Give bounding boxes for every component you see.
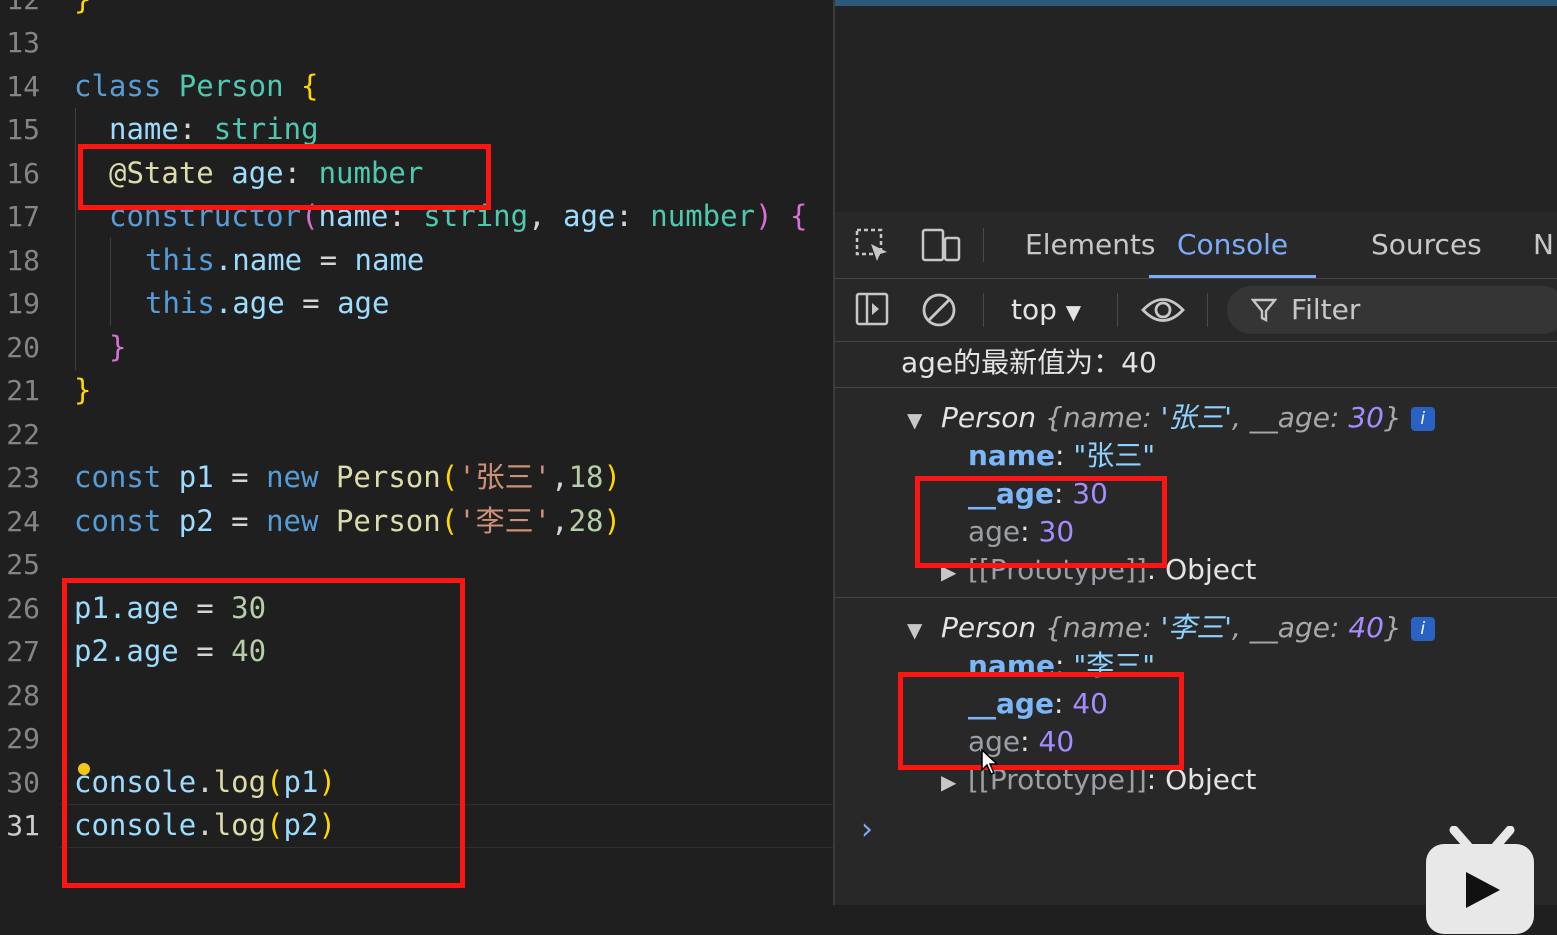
line-number: 25 <box>6 548 40 581</box>
highlight-box-assignments <box>62 578 465 888</box>
highlight-box-state-decorator <box>78 144 491 210</box>
console-log-message: age的最新值为：40 <box>901 346 1157 379</box>
expand-triangle-icon[interactable]: ▼ <box>907 618 922 642</box>
code-line-21: 21 } <box>0 369 833 412</box>
line-number: 14 <box>6 70 40 103</box>
console-output: age的最新值为：40 ▼ Person {name: '张三', __age:… <box>835 342 1557 905</box>
code-line-20: 20 } <box>0 326 833 369</box>
tab-separator <box>983 228 984 262</box>
line-number: 12 <box>0 0 40 21</box>
code-text: this.name = name <box>145 243 425 277</box>
code-text: } <box>109 330 127 364</box>
tab-network[interactable]: N <box>1533 212 1554 278</box>
line-number: 28 <box>6 679 40 712</box>
code-line-12: 12 } <box>0 0 833 21</box>
tv-antenna-icon <box>1449 826 1515 850</box>
sidebar-toggle-icon[interactable] <box>855 292 891 332</box>
console-toolbar: top ▼ Filter <box>835 279 1557 342</box>
line-number: 22 <box>6 418 40 451</box>
video-play-logo <box>1426 844 1534 934</box>
line-number: 16 <box>6 157 40 190</box>
line-number: 21 <box>6 374 40 407</box>
code-line-24: 24 const p2 = new Person('李三',28) <box>0 500 833 543</box>
line-number: 23 <box>6 461 40 494</box>
highlight-box-p2-age <box>898 672 1184 770</box>
line-number: 15 <box>6 113 40 146</box>
viewport-top-bar <box>835 0 1557 6</box>
code-line-19: 19 this.age = age <box>0 282 833 325</box>
code-text: } <box>74 373 92 407</box>
eye-icon[interactable] <box>1141 293 1185 331</box>
line-number: 13 <box>6 26 40 59</box>
console-prompt-icon[interactable]: › <box>861 812 873 847</box>
line-number: 24 <box>6 505 40 538</box>
collapse-triangle-icon[interactable]: ▶ <box>941 770 956 794</box>
chevron-down-icon: ▼ <box>1065 300 1082 324</box>
filter-placeholder: Filter <box>1291 293 1361 326</box>
inspect-element-icon[interactable] <box>855 228 891 268</box>
devtools-tabbar: Elements Console Sources N <box>835 212 1557 279</box>
code-line-22: 22 <box>0 413 833 456</box>
filter-icon <box>1250 297 1278 327</box>
line-number: 31 <box>6 809 40 842</box>
message-separator <box>835 597 1557 598</box>
toolbar-separator <box>1207 293 1208 327</box>
context-selector[interactable]: top ▼ <box>1011 279 1081 341</box>
code-line-23: 23 const p1 = new Person('张三',18) <box>0 456 833 499</box>
message-separator <box>835 387 1557 388</box>
info-badge-icon: i <box>1410 617 1435 641</box>
line-number: 17 <box>6 200 40 233</box>
code-text: const p1 = new Person('张三',18) <box>74 460 621 494</box>
tab-sources[interactable]: Sources <box>1371 212 1482 278</box>
object-preview-p2[interactable]: Person {name: '李三', __age: 40} i <box>941 609 1435 647</box>
expand-triangle-icon[interactable]: ▼ <box>907 408 922 432</box>
line-number: 30 <box>6 766 40 799</box>
line-number: 27 <box>6 635 40 668</box>
object-prop-name: name: "张三" <box>968 439 1156 472</box>
tab-console[interactable]: Console <box>1149 212 1317 278</box>
line-number: 18 <box>6 244 40 277</box>
device-toolbar-icon[interactable] <box>921 228 961 268</box>
line-number: 26 <box>6 592 40 625</box>
code-text: } <box>74 0 91 21</box>
play-icon <box>1466 872 1500 908</box>
devtools-viewport-area <box>833 0 1557 212</box>
line-number: 19 <box>6 287 40 320</box>
line-number: 20 <box>6 331 40 364</box>
clear-console-icon[interactable] <box>920 291 958 333</box>
code-text: const p2 = new Person('李三',28) <box>74 504 621 538</box>
code-line-13: 13 <box>0 21 833 64</box>
toolbar-separator <box>983 293 984 327</box>
code-line-18: 18 this.name = name <box>0 239 833 282</box>
highlight-box-p1-age <box>915 476 1167 568</box>
code-text: class Person { <box>74 69 319 103</box>
toolbar-separator <box>1117 293 1118 327</box>
info-badge-icon: i <box>1410 407 1435 431</box>
filter-input[interactable]: Filter <box>1227 286 1557 334</box>
line-number: 29 <box>6 722 40 755</box>
object-preview-p1[interactable]: Person {name: '张三', __age: 30} i <box>941 399 1435 437</box>
tab-elements[interactable]: Elements <box>1025 212 1156 278</box>
mouse-cursor-icon <box>980 748 1000 780</box>
code-line-14: 14 class Person { <box>0 65 833 108</box>
code-text: this.age = age <box>145 286 390 320</box>
